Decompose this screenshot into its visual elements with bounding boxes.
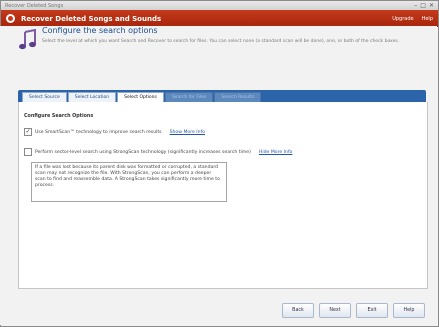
window-titlebar: Recover Deleted Songs – □ ✕ — [1, 1, 438, 10]
strongscan-info-box: If a file was lost because its parent di… — [31, 162, 227, 202]
strongscan-option[interactable]: Perform sector-level search using Strong… — [24, 148, 292, 156]
tabs: Select Source Select Location Select Opt… — [22, 92, 262, 102]
minimize-button[interactable]: – — [414, 1, 417, 10]
close-button[interactable]: ✕ — [429, 1, 434, 10]
exit-button[interactable]: Exit — [356, 303, 388, 318]
next-button[interactable]: Next — [319, 303, 351, 318]
tab-search-results: Search Results — [214, 92, 262, 102]
upgrade-link[interactable]: Upgrade — [392, 16, 413, 22]
page-description: Select the level at which you want Searc… — [42, 39, 400, 44]
app-title: Recover Deleted Songs and Sounds — [21, 14, 162, 23]
smartscan-label: Use SmartScan™ technology to improve sea… — [35, 129, 162, 135]
help-button[interactable]: Help — [393, 303, 425, 318]
wizard-buttons: Back Next Exit Help — [282, 303, 425, 318]
page-header: Configure the search options Select the … — [18, 26, 428, 63]
page-title: Configure the search options — [42, 26, 158, 35]
header-links: Upgrade Help — [392, 16, 433, 22]
section-title: Configure Search Options — [24, 114, 94, 119]
tab-select-source[interactable]: Select Source — [22, 92, 67, 102]
help-link[interactable]: Help — [422, 16, 433, 22]
music-note-icon — [19, 29, 36, 50]
strongscan-checkbox[interactable] — [24, 148, 32, 156]
tab-select-location[interactable]: Select Location — [67, 92, 117, 102]
tab-search-for-files: Search for Files — [164, 92, 214, 102]
back-button[interactable]: Back — [282, 303, 314, 318]
smartscan-checkbox[interactable]: ✓ — [24, 128, 32, 136]
maximize-button[interactable]: □ — [420, 1, 426, 10]
strongscan-label: Perform sector-level search using Strong… — [35, 149, 251, 155]
smartscan-option[interactable]: ✓ Use SmartScan™ technology to improve s… — [24, 128, 205, 136]
show-more-info-link[interactable]: Show More Info — [170, 130, 205, 135]
hide-more-info-link[interactable]: Hide More Info — [259, 150, 292, 155]
window-controls: – □ ✕ — [414, 1, 434, 10]
window-title: Recover Deleted Songs — [5, 2, 64, 9]
tab-select-options[interactable]: Select Options — [117, 92, 164, 102]
app-header-bar: Recover Deleted Songs and Sounds Upgrade… — [1, 10, 438, 27]
app-logo-icon — [6, 14, 15, 23]
